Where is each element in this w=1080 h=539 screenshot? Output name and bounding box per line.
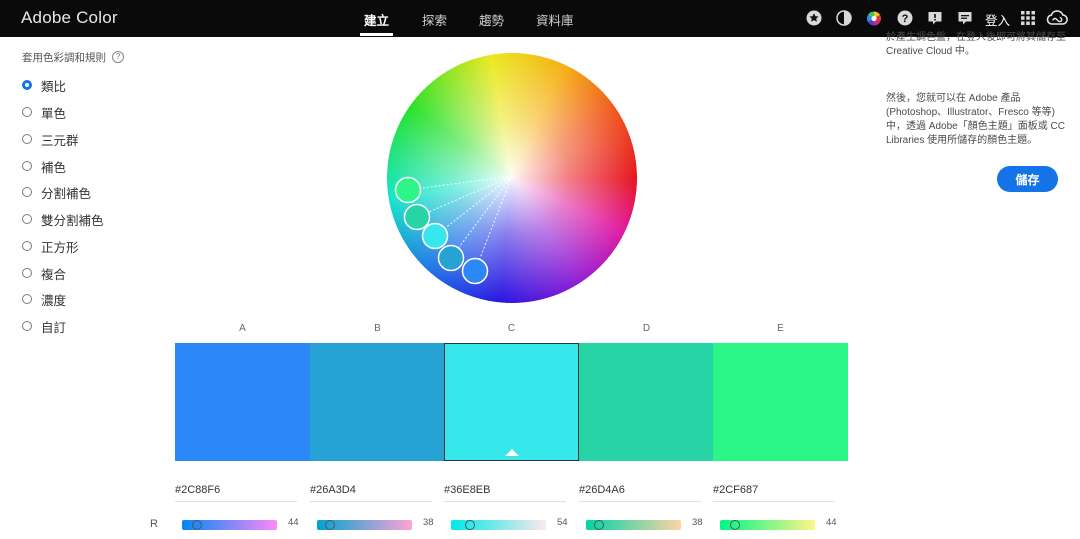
color-handle-a[interactable] <box>461 257 489 285</box>
save-button[interactable]: 儲存 <box>997 166 1058 192</box>
hex-input-b[interactable]: #26A3D4 <box>310 484 432 502</box>
nav-create[interactable]: 建立 <box>359 10 394 36</box>
hex-input-a[interactable]: #2C88F6 <box>175 484 297 502</box>
radio-button[interactable] <box>22 294 32 304</box>
color-wheel[interactable] <box>385 51 639 305</box>
slider-handle[interactable] <box>465 520 475 530</box>
alert-icon[interactable] <box>927 10 943 26</box>
nav-explore[interactable]: 探索 <box>422 10 447 29</box>
star-icon[interactable] <box>806 10 822 26</box>
r-value-a[interactable]: 44 <box>288 517 299 528</box>
rule-label: 自訂 <box>41 320 67 335</box>
r-slider-a[interactable] <box>182 520 277 530</box>
r-value-e[interactable]: 44 <box>826 517 837 528</box>
chat-icon[interactable] <box>957 10 973 26</box>
rules-help-icon[interactable]: ? <box>112 51 124 63</box>
r-slider-d[interactable] <box>586 520 681 530</box>
rule-label: 正方形 <box>41 240 79 255</box>
selected-indicator-icon <box>505 449 519 456</box>
slider-handle[interactable] <box>325 520 335 530</box>
hex-input-d[interactable]: #26D4A6 <box>579 484 701 502</box>
rule-analogous[interactable]: 類比 <box>22 76 66 94</box>
rule-label: 複合 <box>41 267 67 282</box>
rule-square[interactable]: 正方形 <box>22 237 79 255</box>
rule-label: 類比 <box>41 79 67 94</box>
swatch-letter: A <box>239 323 246 334</box>
rule-label: 濃度 <box>41 293 67 308</box>
info-text-1: 色輪(或「顏色主題」)模組中的顏色可用於產生調色盤，在登入後即可將其儲存至 Cr… <box>886 30 1066 70</box>
info-text-2: 然後，您就可以在 Adobe 產品 (Photoshop、Illustrator… <box>886 93 1065 146</box>
wheel-saturation-overlay <box>387 53 637 303</box>
swatch-letter: B <box>374 323 381 334</box>
rule-shades[interactable]: 濃度 <box>22 290 66 308</box>
creative-cloud-icon[interactable] <box>1046 10 1068 26</box>
swatch-e[interactable] <box>713 343 848 461</box>
radio-button[interactable] <box>22 134 32 144</box>
r-value-c[interactable]: 54 <box>557 517 568 528</box>
rules-title: 套用色彩調和規則 <box>22 52 106 64</box>
apps-grid-icon[interactable] <box>1020 10 1036 26</box>
login-link[interactable]: 登入 <box>985 10 1010 29</box>
rule-label: 三元群 <box>41 133 79 148</box>
contrast-icon[interactable] <box>836 10 852 26</box>
radio-button[interactable] <box>22 187 32 197</box>
rule-label: 單色 <box>41 106 67 121</box>
rule-double-split-complementary[interactable]: 雙分割補色 <box>22 210 104 228</box>
rule-monochromatic[interactable]: 單色 <box>22 103 66 121</box>
svg-text:?: ? <box>902 13 909 25</box>
rule-label: 雙分割補色 <box>41 213 104 228</box>
swatch-letter: E <box>777 323 784 334</box>
slider-handle[interactable] <box>192 520 202 530</box>
radio-button[interactable] <box>22 80 32 90</box>
swatch-c[interactable] <box>444 343 579 461</box>
swatch-letter: D <box>642 323 651 334</box>
channel-label-r: R <box>150 518 158 530</box>
radio-button[interactable] <box>22 214 32 224</box>
main-nav: 建立 探索 趨勢 資料庫 <box>0 10 1080 36</box>
info-paragraph: 色輪(或「顏色主題」)模組中的顏色可用於產生調色盤，在登入後即可將其儲存至 Cr… <box>886 32 1066 57</box>
rule-triad[interactable]: 三元群 <box>22 130 79 148</box>
help-icon[interactable]: ? <box>897 10 913 26</box>
rule-split-complementary[interactable]: 分割補色 <box>22 183 91 201</box>
radio-button[interactable] <box>22 321 32 331</box>
r-slider-e[interactable] <box>720 520 815 530</box>
rule-compound[interactable]: 複合 <box>22 264 66 282</box>
r-value-b[interactable]: 38 <box>423 517 434 528</box>
swatch-letter: C <box>507 323 516 334</box>
color-handle-c[interactable] <box>421 222 449 250</box>
slider-handle[interactable] <box>594 520 604 530</box>
rule-complementary[interactable]: 補色 <box>22 157 66 175</box>
r-value-d[interactable]: 38 <box>692 517 703 528</box>
radio-button[interactable] <box>22 241 32 251</box>
rule-label: 補色 <box>41 160 67 175</box>
nav-trends[interactable]: 趨勢 <box>479 10 504 29</box>
r-slider-c[interactable] <box>451 520 546 530</box>
radio-button[interactable] <box>22 161 32 171</box>
swatch-d[interactable] <box>579 343 714 461</box>
rule-custom[interactable]: 自訂 <box>22 317 66 335</box>
hex-input-e[interactable]: #2CF687 <box>713 484 835 502</box>
swatch-b[interactable] <box>310 343 445 461</box>
rule-label: 分割補色 <box>41 186 92 201</box>
nav-library[interactable]: 資料庫 <box>536 10 574 29</box>
radio-button[interactable] <box>22 107 32 117</box>
hex-input-c[interactable]: #36E8EB <box>444 484 566 502</box>
color-handle-d[interactable] <box>403 203 431 231</box>
color-handle-b[interactable] <box>437 244 465 272</box>
radio-button[interactable] <box>22 268 32 278</box>
color-wheel-icon[interactable] <box>866 10 882 26</box>
swatch-a[interactable] <box>175 343 310 461</box>
slider-handle[interactable] <box>730 520 740 530</box>
r-slider-b[interactable] <box>317 520 412 530</box>
color-handle-e[interactable] <box>394 176 422 204</box>
